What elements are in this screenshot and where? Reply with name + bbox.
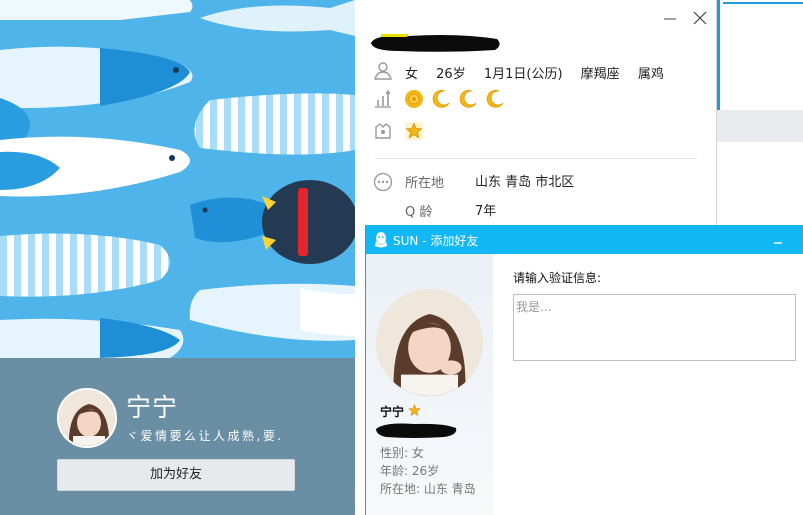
minimize-button[interactable] <box>661 8 679 28</box>
fish-background-art <box>0 0 355 358</box>
dialog-title: SUN - 添加好友 <box>393 234 479 248</box>
qage-label: Q 龄 <box>405 205 433 220</box>
qq-level-badges[interactable] <box>404 88 507 108</box>
divider <box>375 158 697 159</box>
avatar-portrait-image <box>376 289 483 396</box>
more-icon <box>373 172 393 192</box>
profile-details-window: 女 26岁 1月1日(公历) 摩羯座 属鸡 所在地 山东 青岛 市北区 Q 龄 … <box>355 0 717 226</box>
moon-icon <box>459 89 477 108</box>
avatar-portrait-image <box>59 390 115 446</box>
birthday-text: 1月1日(公历) <box>483 67 563 82</box>
moon-icon <box>432 89 450 108</box>
dialog-contact-name: 宁宁 <box>380 405 405 419</box>
qq-penguin-icon <box>375 232 387 248</box>
star-badge-icon[interactable] <box>404 121 424 141</box>
profile-name: 宁宁 <box>126 393 179 422</box>
background-window-content <box>723 2 803 110</box>
person-icon <box>374 62 392 80</box>
screen: 宁宁 ヾ爱情要么让人成熟,要. 加为好友 女 26岁 1月1日(公历) 摩羯座 … <box>0 0 803 515</box>
location-value: 山东 青岛 市北区 <box>475 175 575 190</box>
redacted-nickname <box>371 34 500 52</box>
star-icon <box>408 404 421 416</box>
sun-icon <box>405 89 423 108</box>
profile-card: 宁宁 ヾ爱情要么让人成熟,要. 加为好友 <box>0 0 355 515</box>
chinese-zodiac-text: 属鸡 <box>637 67 664 82</box>
add-friend-dialog: SUN - 添加好友 宁宁 性别: 女 年龄: 26岁 所在地: 山东 青岛 请… <box>365 225 803 515</box>
profile-signature: ヾ爱情要么让人成熟,要. <box>126 429 284 443</box>
close-button[interactable] <box>691 8 709 28</box>
moon-icon <box>487 89 504 108</box>
gender-text: 女 <box>405 67 419 82</box>
profile-card-footer: 宁宁 ヾ爱情要么让人成熟,要. 加为好友 <box>0 358 355 515</box>
age-text: 26岁 <box>436 67 466 82</box>
dialog-minimize-button[interactable] <box>771 233 785 247</box>
dialog-gender: 性别: 女 <box>380 446 424 460</box>
zodiac-text: 摩羯座 <box>580 67 620 82</box>
dialog-avatar <box>376 289 483 396</box>
verification-message-input[interactable] <box>513 294 796 361</box>
dialog-location: 所在地: 山东 青岛 <box>380 482 476 496</box>
dialog-age: 年龄: 26岁 <box>380 464 440 478</box>
location-label: 所在地 <box>405 176 445 191</box>
basic-info-row: 女 26岁 1月1日(公历) 摩羯座 属鸡 <box>405 63 678 82</box>
background-window-bar <box>717 110 803 142</box>
avatar[interactable] <box>57 388 117 448</box>
dialog-titlebar[interactable]: SUN - 添加好友 <box>366 225 803 254</box>
qage-value: 7年 <box>475 204 497 219</box>
dialog-profile-sidebar: 宁宁 性别: 女 年龄: 26岁 所在地: 山东 青岛 <box>366 254 493 515</box>
redacted-account-number <box>376 423 457 438</box>
level-icon <box>375 89 391 108</box>
add-friend-button[interactable]: 加为好友 <box>57 459 295 491</box>
background-window-frame <box>717 0 803 110</box>
verification-prompt: 请输入验证信息: <box>513 271 602 285</box>
background-window <box>717 0 803 226</box>
crown-badge-icon <box>375 123 391 139</box>
